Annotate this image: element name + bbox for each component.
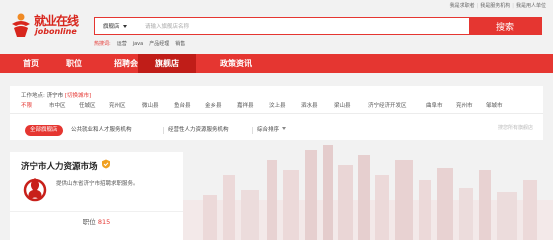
location-row: 工作地点: 济宁市 [切换城市] [21,91,91,99]
store-search-input[interactable]: 搜您所有旗舰店 [498,124,533,131]
chevron-down-icon [122,24,127,28]
filter-panel: 工作地点: 济宁市 [切换城市] 不限 市中区 任城区 兖州区 微山县 鱼台县 … [10,86,543,140]
region-option[interactable]: 微山县 [142,101,159,109]
type-all[interactable]: 全部旗舰店 [25,125,63,136]
region-option[interactable]: 邹城市 [486,101,503,109]
region-option[interactable]: 任城区 [79,101,96,109]
main-nav: 首页 职位 招聘会 旗舰店 政策资讯 [0,54,553,73]
region-option[interactable]: 市中区 [49,101,66,109]
jobseeker-link[interactable]: 我是求职者 [449,3,476,9]
nav-home[interactable]: 首页 [12,54,50,73]
chevron-down-icon [282,127,287,130]
hot-word[interactable]: 运营 [117,41,127,47]
region-option[interactable]: 嘉祥县 [237,101,254,109]
top-links: 我是求职者 | 我是服务机构 | 我是用人单位 [449,3,547,9]
site-logo[interactable]: 就业在线 jobonline [10,10,90,40]
nav-policy-news[interactable]: 政策资讯 [204,54,268,73]
region-option[interactable]: 兖州区 [109,101,126,109]
nav-jobs[interactable]: 职位 [54,54,94,73]
region-option[interactable]: 曲阜市 [426,101,443,109]
type-private-agency[interactable]: 经营性人力资源服务机构 [168,125,229,136]
region-option[interactable]: 金乡县 [205,101,222,109]
search-input[interactable]: 请输入旗舰店名称 [141,22,469,30]
region-option[interactable]: 兖州市 [456,101,473,109]
search-button[interactable]: 搜索 [469,18,541,34]
search-bar: 旗舰店 请输入旗舰店名称 搜索 [94,17,542,35]
hot-word[interactable]: java [133,41,143,47]
logo-icon [12,13,30,37]
agency-link[interactable]: 我是服务机构 [479,3,511,9]
search-category-select[interactable]: 旗舰店 [95,22,141,30]
positions-count[interactable]: 职位 815 [10,216,183,226]
region-option[interactable]: 汶上县 [269,101,286,109]
region-option[interactable]: 不限 [21,101,32,109]
store-card[interactable]: 济宁市人力资源市场 提供山东省济宁市招聘求职服务。 职位 815 [10,152,183,240]
store-logo-icon [23,178,47,202]
employer-link[interactable]: 我是用人单位 [515,3,547,9]
hot-search: 热搜词: 运营 java 产品经理 销售 [94,40,191,47]
divider [10,113,543,114]
hot-word[interactable]: 销售 [175,41,185,47]
type-public-service[interactable]: 公共就业和人才服务机构 [71,125,132,136]
hot-search-label: 热搜词: [94,41,111,47]
city-skyline-background [183,145,553,240]
region-option[interactable]: 泗水县 [301,101,318,109]
store-description: 提供山东省济宁市招聘求职服务。 [56,181,139,187]
verified-badge-icon [102,159,110,169]
switch-city-link[interactable]: [切换城市] [65,93,91,99]
divider [10,211,183,212]
logo-text-en: jobonline [35,27,77,36]
nav-flagship-store[interactable]: 旗舰店 [138,54,196,73]
store-name[interactable]: 济宁市人力资源市场 [21,160,98,172]
region-option[interactable]: 鱼台县 [174,101,191,109]
sort-select[interactable]: 综合排序 [257,125,287,136]
location-label: 工作地点: [21,93,45,99]
region-option[interactable]: 梁山县 [334,101,351,109]
current-city: 济宁市 [46,93,64,99]
region-option[interactable]: 济宁经济开发区 [368,101,407,109]
hot-word[interactable]: 产品经理 [149,41,169,47]
